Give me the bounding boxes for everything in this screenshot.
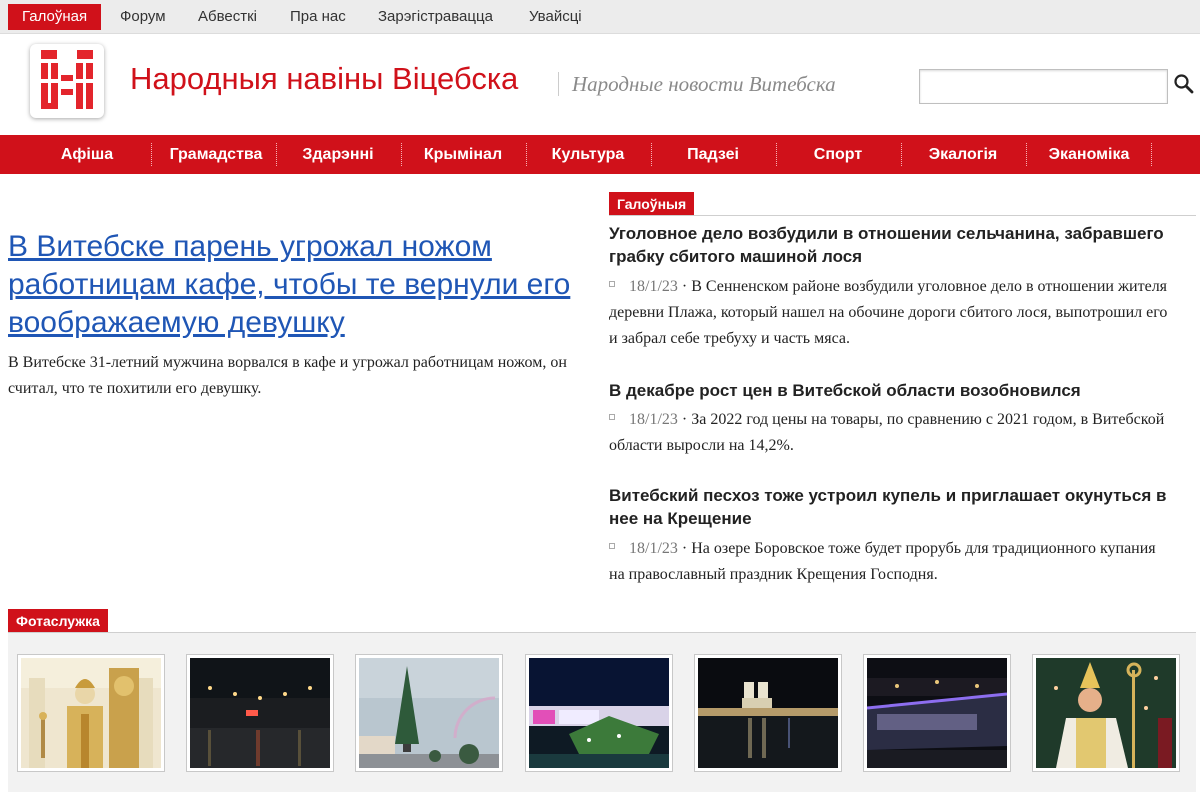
- top-nav: Галоўная Форум Абвесткі Пра нас Зарэгіст…: [0, 0, 1200, 34]
- category-nav: Афіша Грамадства Здарэнні Крымінал Культ…: [0, 135, 1200, 174]
- topnav-ads[interactable]: Абвесткі: [184, 4, 271, 30]
- news-item: 18/1/23 · За 2022 год цены на товары, по…: [609, 411, 1165, 454]
- lead-article-summary: В Витебске 31-летний мужчина ворвался в …: [8, 354, 567, 397]
- news-date: 18/1/23: [629, 411, 678, 428]
- category-society[interactable]: Грамадства: [156, 135, 276, 174]
- photo-thumb-church-bishop[interactable]: [17, 654, 165, 772]
- search-input[interactable]: [919, 69, 1168, 104]
- section-label-photos: Фотаслужка: [8, 609, 108, 633]
- news-item: 18/1/23 · На озере Боровское тоже будет …: [609, 540, 1156, 583]
- photo-thumb-night-cathedral[interactable]: [694, 654, 842, 772]
- category-divider: [276, 143, 277, 166]
- section-label-main: Галоўныя: [609, 192, 695, 216]
- search-icon: [1174, 74, 1194, 94]
- photo-thumb-night-tram[interactable]: [863, 654, 1011, 772]
- photo-thumb-catholic-bishop[interactable]: [1032, 654, 1180, 772]
- christmas-tree-image: [359, 658, 499, 768]
- news-text: В Сенненском районе возбудили уголовное …: [609, 278, 1168, 347]
- category-divider: [901, 143, 902, 166]
- news-text: За 2022 год цены на товары, по сравнению…: [609, 411, 1165, 454]
- category-culture[interactable]: Культура: [528, 135, 648, 174]
- category-sport[interactable]: Спорт: [778, 135, 898, 174]
- topnav-register[interactable]: Зарэгістравацца: [364, 4, 507, 30]
- photo-thumb-illuminated-square[interactable]: [525, 654, 673, 772]
- category-divider: [151, 143, 152, 166]
- category-afisha[interactable]: Афіша: [27, 135, 147, 174]
- bullet-icon: [609, 281, 615, 287]
- church-bishop-image: [21, 658, 161, 768]
- lead-article-title[interactable]: В Витебске парень угрожал ножом работниц…: [8, 228, 578, 342]
- night-tram-image: [867, 658, 1007, 768]
- category-crime[interactable]: Крымінал: [403, 135, 523, 174]
- catholic-bishop-image: [1036, 658, 1176, 768]
- night-cathedral-image: [698, 658, 838, 768]
- news-title[interactable]: Уголовное дело возбудили в отношении сел…: [609, 222, 1169, 268]
- site-subtitle: Народные новости Витебска: [572, 72, 836, 96]
- news-text: На озере Боровское тоже будет прорубь дл…: [609, 540, 1156, 583]
- category-events[interactable]: Падзеі: [653, 135, 773, 174]
- category-economy[interactable]: Эканоміка: [1028, 135, 1150, 174]
- category-incidents[interactable]: Здарэнні: [278, 135, 398, 174]
- topnav-login[interactable]: Увайсці: [515, 4, 596, 30]
- bullet-icon: [609, 414, 615, 420]
- news-title[interactable]: В декабре рост цен в Витебской области в…: [609, 379, 1169, 402]
- site-title[interactable]: Народныя навіны Віцебска: [130, 61, 518, 97]
- news-date: 18/1/23: [629, 540, 678, 557]
- news-date: 18/1/23: [629, 278, 678, 295]
- topnav-forum[interactable]: Форум: [106, 4, 180, 30]
- photo-thumb-night-street[interactable]: [186, 654, 334, 772]
- category-divider: [651, 143, 652, 166]
- topnav-home[interactable]: Галоўная: [8, 4, 102, 30]
- category-ecology[interactable]: Экалогія: [903, 135, 1023, 174]
- category-divider: [526, 143, 527, 166]
- night-street-image: [190, 658, 330, 768]
- site-logo[interactable]: [30, 44, 104, 118]
- search-button[interactable]: [1172, 72, 1196, 96]
- bullet-icon: [609, 543, 615, 549]
- topnav-about[interactable]: Пра нас: [276, 4, 360, 30]
- section-underline: [8, 632, 1196, 633]
- category-divider: [401, 143, 402, 166]
- news-title[interactable]: Витебский песхоз тоже устроил купель и п…: [609, 484, 1169, 530]
- title-divider: [558, 72, 559, 96]
- photo-thumb-christmas-tree[interactable]: [355, 654, 503, 772]
- news-item: 18/1/23 · В Сенненском районе возбудили …: [609, 278, 1168, 347]
- category-divider: [776, 143, 777, 166]
- category-divider: [1151, 143, 1152, 166]
- category-divider: [1026, 143, 1027, 166]
- illuminated-square-image: [529, 658, 669, 768]
- section-underline: [609, 215, 1196, 216]
- logo-mark-icon: [41, 50, 93, 109]
